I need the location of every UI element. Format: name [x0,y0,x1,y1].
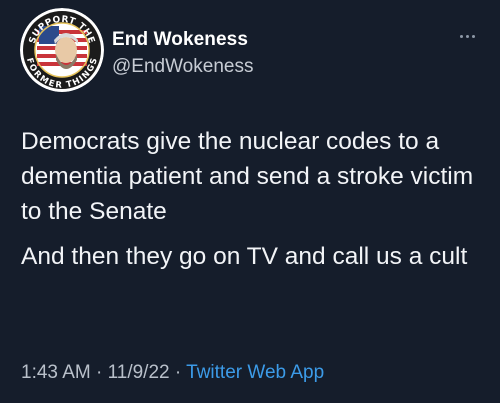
avatar-badge-icon: SUPPORT THE FORMER THINGS [20,8,104,92]
tweet-header: SUPPORT THE FORMER THINGS End Wokeness @… [20,8,480,103]
tweet-time[interactable]: 1:43 AM [21,362,91,383]
tweet-meta: 1:43 AM · 11/9/22 · Twitter Web App [21,361,324,385]
tweet-paragraph: And then they go on TV and call us a cul… [21,243,468,270]
tweet-date[interactable]: 11/9/22 [108,362,170,383]
tweet-source-link[interactable]: Twitter Web App [186,362,324,383]
tweet-card: SUPPORT THE FORMER THINGS End Wokeness @… [0,0,500,403]
meta-separator: · [96,362,103,383]
more-options-icon[interactable] [458,32,478,42]
author-handle[interactable]: @EndWokeness [112,54,253,80]
author-names: End Wokeness @EndWokeness [112,28,253,80]
meta-separator: · [174,362,182,383]
tweet-paragraph: Democrats give the nuclear codes to a de… [21,128,474,225]
tweet-text: Democrats give the nuclear codes to a de… [21,124,489,274]
author-avatar[interactable]: SUPPORT THE FORMER THINGS [20,8,104,92]
author-display-name[interactable]: End Wokeness [112,28,253,52]
